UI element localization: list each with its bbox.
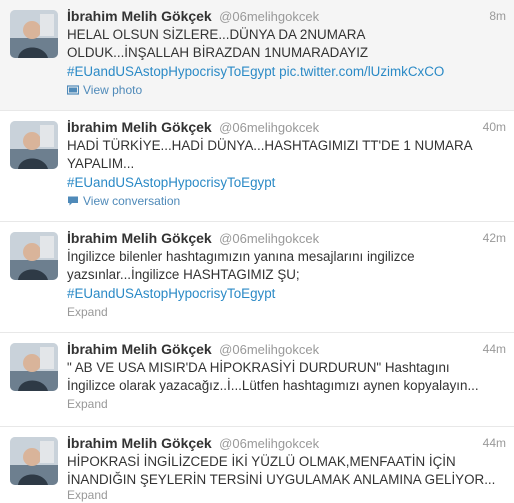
author-username[interactable]: @06melihgokcek xyxy=(219,436,319,451)
tweet-header: İbrahim Melih Gökçek @06melihgokcek 40m xyxy=(67,119,506,137)
tweet-item[interactable]: İbrahim Melih Gökçek @06melihgokcek 44m … xyxy=(0,427,514,503)
author-username[interactable]: @06melihgokcek xyxy=(219,120,319,135)
author-username[interactable]: @06melihgokcek xyxy=(219,9,319,24)
author-username[interactable]: @06melihgokcek xyxy=(219,231,319,246)
author-name[interactable]: İbrahim Melih Gökçek xyxy=(67,435,212,451)
tweet-text-line: İngilizce bilenler hashtagımızın yanına … xyxy=(67,249,415,264)
tweet-text-line: HADİ TÜRKİYE...HADİ DÜNYA...HASHTAGIMIZI… xyxy=(67,138,473,153)
tweet-item[interactable]: İbrahim Melih Gökçek @06melihgokcek 8m H… xyxy=(0,0,514,111)
tweet-text: HİPOKRASİ İNGİLİZCEDE İKİ YÜZLÜ OLMAK,ME… xyxy=(67,453,502,490)
author-name[interactable]: İbrahim Melih Gökçek xyxy=(67,119,212,135)
expand-button[interactable]: Expand xyxy=(67,488,108,502)
tweet-text: İngilizce bilenler hashtagımızın yanına … xyxy=(67,248,502,303)
avatar[interactable] xyxy=(10,437,58,485)
avatar[interactable] xyxy=(10,343,58,391)
tweet-text-line: HELAL OLSUN SİZLERE...DÜNYA DA 2NUMARA xyxy=(67,27,366,42)
tweet-text-line: İngilizce olarak yazacağız..İ...Lütfen h… xyxy=(67,378,479,394)
author-name[interactable]: İbrahim Melih Gökçek xyxy=(67,341,212,357)
tweet-text-line: YAPALIM... xyxy=(67,156,135,172)
hashtag-link[interactable]: #EUandUSAstopHypocrisyToEgypt xyxy=(67,64,275,79)
expand-button[interactable]: Expand xyxy=(67,305,108,319)
tweet-timestamp[interactable]: 44m xyxy=(483,436,506,450)
tweet-timestamp[interactable]: 42m xyxy=(483,231,506,245)
tweet-header: İbrahim Melih Gökçek @06melihgokcek 8m xyxy=(67,8,506,26)
avatar[interactable] xyxy=(10,121,58,169)
tweet-text: HADİ TÜRKİYE...HADİ DÜNYA...HASHTAGIMIZI… xyxy=(67,137,502,192)
tweet-timestamp[interactable]: 44m xyxy=(483,342,506,356)
tweet-timeline: İbrahim Melih Gökçek @06melihgokcek 8m H… xyxy=(0,0,514,503)
tweet-timestamp[interactable]: 8m xyxy=(489,9,506,23)
tweet-text: HELAL OLSUN SİZLERE...DÜNYA DA 2NUMARA O… xyxy=(67,26,502,81)
tweet-item[interactable]: İbrahim Melih Gökçek @06melihgokcek 40m … xyxy=(0,111,514,222)
tweet-text: " AB VE USA MISIR'DA HİPOKRASİYİ DURDURU… xyxy=(67,359,502,396)
photo-icon xyxy=(67,84,79,96)
author-username[interactable]: @06melihgokcek xyxy=(219,342,319,357)
tweet-header: İbrahim Melih Gökçek @06melihgokcek 44m xyxy=(67,435,506,453)
hashtag-link[interactable]: #EUandUSAstopHypocrisyToEgypt xyxy=(67,175,275,190)
tweet-item[interactable]: İbrahim Melih Gökçek @06melihgokcek 44m … xyxy=(0,333,514,427)
speech-bubble-icon xyxy=(67,195,79,207)
view-photo-label: View photo xyxy=(83,83,143,97)
tweet-header: İbrahim Melih Gökçek @06melihgokcek 42m xyxy=(67,230,506,248)
photo-link[interactable]: pic.twitter.com/lUzimkCxCO xyxy=(279,64,444,79)
author-name[interactable]: İbrahim Melih Gökçek xyxy=(67,8,212,24)
view-conversation-label: View conversation xyxy=(83,194,181,208)
tweet-item[interactable]: İbrahim Melih Gökçek @06melihgokcek 42m … xyxy=(0,222,514,333)
view-photo-button[interactable]: View photo xyxy=(67,83,142,97)
author-name[interactable]: İbrahim Melih Gökçek xyxy=(67,230,212,246)
tweet-text-line: İNANDIĞIN ŞEYLERİN TERSİNİ UYGULAMAK ANL… xyxy=(67,472,496,488)
tweet-text-line: HİPOKRASİ İNGİLİZCEDE İKİ YÜZLÜ OLMAK,ME… xyxy=(67,454,456,469)
view-conversation-button[interactable]: View conversation xyxy=(67,194,180,208)
tweet-text-line: " AB VE USA MISIR'DA HİPOKRASİYİ DURDURU… xyxy=(67,360,450,375)
avatar[interactable] xyxy=(10,10,58,58)
tweet-timestamp[interactable]: 40m xyxy=(483,120,506,134)
tweet-text-line: OLDUK...İNŞALLAH BİRAZDAN 1NUMARADAYIZ xyxy=(67,45,369,61)
tweet-text-line: yazsınlar...İngilizce HASHTAGIMIZ ŞU; xyxy=(67,267,300,283)
hashtag-link[interactable]: #EUandUSAstopHypocrisyToEgypt xyxy=(67,286,275,301)
avatar[interactable] xyxy=(10,232,58,280)
tweet-header: İbrahim Melih Gökçek @06melihgokcek 44m xyxy=(67,341,506,359)
expand-button[interactable]: Expand xyxy=(67,397,108,411)
